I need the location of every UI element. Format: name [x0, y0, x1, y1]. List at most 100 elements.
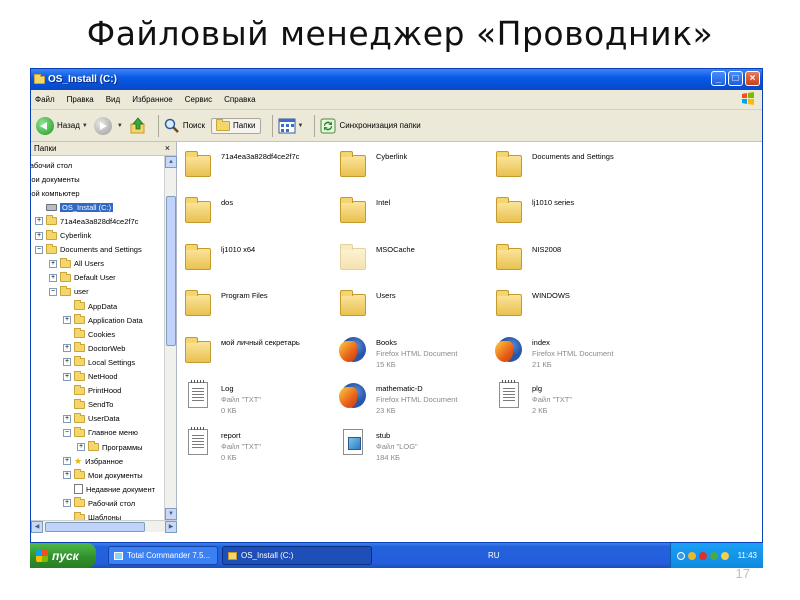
- up-folder-button[interactable]: [129, 116, 147, 135]
- expand-icon[interactable]: +: [49, 259, 57, 268]
- speaker-icon[interactable]: [687, 551, 696, 560]
- tree-item[interactable]: + DoctorWeb: [63, 341, 125, 355]
- tree-item[interactable]: Рабочий стол: [31, 158, 72, 172]
- chevron-down-icon[interactable]: ▼: [298, 123, 304, 129]
- file-item[interactable]: Documents and Settings: [494, 148, 644, 188]
- expand-icon[interactable]: +: [63, 316, 71, 325]
- file-item[interactable]: report Файл "TXT" 0 КБ: [183, 427, 333, 467]
- task-explorer[interactable]: OS_Install (C:): [222, 546, 372, 565]
- maximize-button[interactable]: □: [728, 71, 743, 86]
- collapse-icon[interactable]: −: [63, 428, 71, 437]
- chevron-down-icon[interactable]: ▼: [117, 123, 123, 129]
- expand-icon[interactable]: +: [63, 457, 71, 466]
- scroll-up-icon[interactable]: ▲: [165, 156, 177, 168]
- file-item[interactable]: мой личный секретарь: [183, 334, 333, 374]
- file-item[interactable]: NIS2008: [494, 241, 644, 281]
- tree-item[interactable]: + Мои документы: [63, 468, 143, 482]
- file-item[interactable]: lj1010 series: [494, 194, 644, 234]
- expand-icon[interactable]: +: [63, 414, 71, 423]
- file-item[interactable]: 71a4ea3a828df4ce2f7c: [183, 148, 333, 188]
- folders-button[interactable]: Папки: [211, 117, 261, 134]
- file-item[interactable]: index Firefox HTML Document 21 КБ: [494, 334, 644, 374]
- file-item[interactable]: mathematic-D Firefox HTML Document 23 КБ: [338, 380, 488, 420]
- close-pane-icon[interactable]: ×: [165, 143, 170, 153]
- expand-icon[interactable]: +: [77, 443, 85, 451]
- tree-item[interactable]: + Application Data: [63, 313, 143, 327]
- scroll-thumb[interactable]: [166, 196, 176, 346]
- tree-item[interactable]: Мой компьютер: [31, 186, 80, 200]
- file-item[interactable]: plg Файл "TXT" 2 КБ: [494, 380, 644, 420]
- minimize-button[interactable]: _: [711, 71, 726, 86]
- tree-item[interactable]: Недавние документ: [63, 482, 155, 496]
- tree-item[interactable]: − Главное меню: [63, 426, 138, 440]
- collapse-icon[interactable]: −: [49, 287, 57, 296]
- tree-vertical-scrollbar[interactable]: ▲ ▼: [164, 156, 177, 520]
- file-item[interactable]: WINDOWS: [494, 287, 644, 327]
- tree-item[interactable]: Мои документы: [31, 172, 80, 186]
- start-button[interactable]: пуск: [30, 543, 96, 568]
- scroll-left-icon[interactable]: ◀: [31, 521, 43, 533]
- tree-item[interactable]: + ★ Избранное: [63, 454, 123, 468]
- tree-item[interactable]: + All Users: [49, 257, 104, 271]
- file-item[interactable]: Program Files: [183, 287, 333, 327]
- menu-favorites[interactable]: Избранное: [132, 95, 173, 104]
- views-button[interactable]: ▼: [278, 118, 304, 134]
- file-item[interactable]: Books Firefox HTML Document 15 КБ: [338, 334, 488, 374]
- expand-icon[interactable]: +: [35, 231, 43, 240]
- tree-item[interactable]: OS_Install (C:): [35, 200, 115, 214]
- scroll-down-icon[interactable]: ▼: [165, 508, 177, 520]
- security-icon[interactable]: [720, 551, 729, 560]
- scroll-right-icon[interactable]: ▶: [165, 521, 177, 533]
- expand-icon[interactable]: +: [63, 372, 71, 381]
- collapse-icon[interactable]: −: [35, 245, 43, 254]
- search-button[interactable]: Поиск: [164, 118, 205, 134]
- tree-item[interactable]: + Default User: [49, 271, 116, 285]
- tree-item[interactable]: + UserData: [63, 412, 120, 426]
- language-indicator[interactable]: RU: [488, 551, 500, 560]
- expand-icon[interactable]: +: [63, 344, 71, 353]
- window-titlebar[interactable]: OS_Install (C:) _ □ ×: [31, 69, 762, 90]
- expand-icon[interactable]: +: [35, 217, 43, 226]
- tree-item[interactable]: + Рабочий стол: [63, 496, 135, 510]
- tree-item[interactable]: Шаблоны: [63, 511, 121, 520]
- tree-item[interactable]: + Local Settings: [63, 355, 135, 369]
- tree-item[interactable]: + NetHood: [63, 370, 118, 384]
- file-item[interactable]: Log Файл "TXT" 0 КБ: [183, 380, 333, 420]
- update-icon[interactable]: [709, 551, 718, 560]
- tree-item[interactable]: Cookies: [63, 327, 115, 341]
- file-item[interactable]: Users: [338, 287, 488, 327]
- scroll-thumb[interactable]: [45, 522, 145, 532]
- file-item[interactable]: Intel: [338, 194, 488, 234]
- menu-tools[interactable]: Сервис: [185, 95, 212, 104]
- menu-help[interactable]: Справка: [224, 95, 255, 104]
- sync-folder-button[interactable]: Синхронизация папки: [320, 118, 421, 134]
- forward-button[interactable]: ▼: [93, 116, 123, 135]
- task-total-commander[interactable]: Total Commander 7.5...: [108, 546, 218, 565]
- menu-file[interactable]: Файл: [35, 95, 55, 104]
- expand-icon[interactable]: +: [49, 273, 57, 282]
- file-item[interactable]: MSOCache: [338, 241, 488, 281]
- tree-item[interactable]: SendTo: [63, 398, 113, 412]
- tree-item[interactable]: +71a4ea3a828df4ce2f7c: [35, 214, 138, 228]
- tree-item[interactable]: AppData: [63, 299, 117, 313]
- network-icon[interactable]: [676, 551, 685, 560]
- tree-item[interactable]: − Documents and Settings: [35, 243, 142, 257]
- tree-item[interactable]: − user: [49, 285, 89, 299]
- file-item[interactable]: stub Файл "LOG" 184 КБ: [338, 427, 488, 467]
- menu-view[interactable]: Вид: [106, 95, 120, 104]
- chevron-down-icon[interactable]: ▼: [82, 123, 88, 129]
- menu-edit[interactable]: Правка: [67, 95, 94, 104]
- file-item[interactable]: Cyberlink: [338, 148, 488, 188]
- tree-horizontal-scrollbar[interactable]: ◀ ▶: [31, 520, 177, 533]
- expand-icon[interactable]: +: [63, 471, 71, 480]
- file-item[interactable]: lj1010 x64: [183, 241, 333, 281]
- back-button[interactable]: Назад ▼: [36, 116, 88, 135]
- expand-icon[interactable]: +: [63, 358, 71, 367]
- expand-icon[interactable]: +: [63, 499, 71, 508]
- tree-item[interactable]: + Программы: [77, 440, 143, 454]
- close-button[interactable]: ×: [745, 71, 760, 86]
- file-item[interactable]: dos: [183, 194, 333, 234]
- tree-item[interactable]: PrintHood: [63, 384, 121, 398]
- antivirus-icon[interactable]: [698, 551, 707, 560]
- tree-item[interactable]: + Cyberlink: [35, 229, 91, 243]
